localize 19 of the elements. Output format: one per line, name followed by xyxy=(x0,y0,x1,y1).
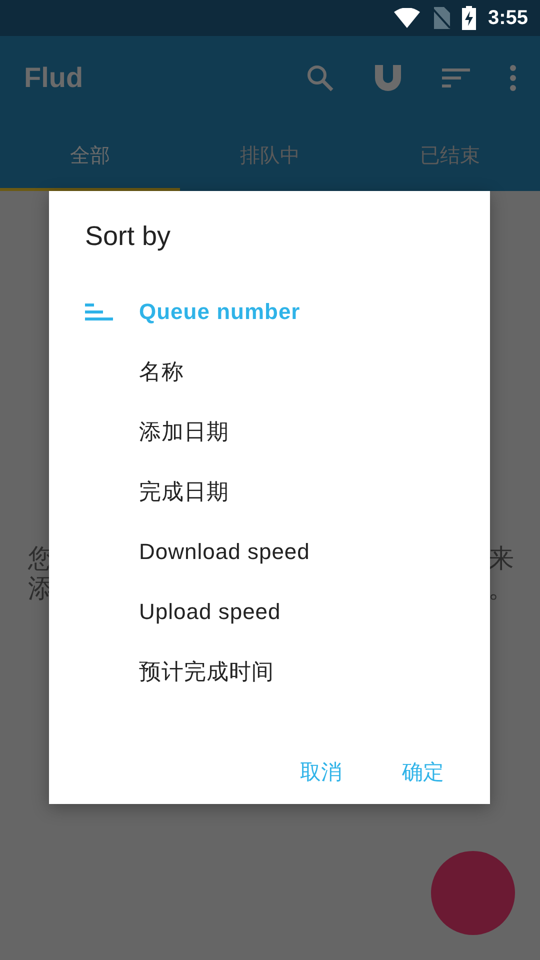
sort-option[interactable]: Upload speed xyxy=(85,582,490,642)
app-title: Flud xyxy=(24,62,84,94)
search-icon[interactable] xyxy=(306,64,334,92)
sort-option[interactable]: 添加日期 xyxy=(85,402,490,462)
sort-option[interactable]: Download speed xyxy=(85,522,490,582)
magnet-icon[interactable] xyxy=(374,64,402,92)
battery-charging-icon xyxy=(462,6,476,30)
message-text: 来 xyxy=(488,543,514,573)
sort-icon[interactable] xyxy=(442,68,470,88)
sort-option[interactable]: 预计完成时间 xyxy=(85,642,490,702)
status-time: 3:55 xyxy=(488,6,528,30)
wifi-icon xyxy=(394,8,420,28)
sort-option[interactable]: 名称 xyxy=(85,342,490,402)
more-icon[interactable] xyxy=(510,65,516,91)
message-text: 。 xyxy=(488,573,514,603)
dialog-title: Sort by xyxy=(85,221,172,252)
no-sim-icon xyxy=(432,7,450,29)
sort-icon xyxy=(85,303,113,321)
sort-option[interactable]: 完成日期 xyxy=(85,462,490,522)
